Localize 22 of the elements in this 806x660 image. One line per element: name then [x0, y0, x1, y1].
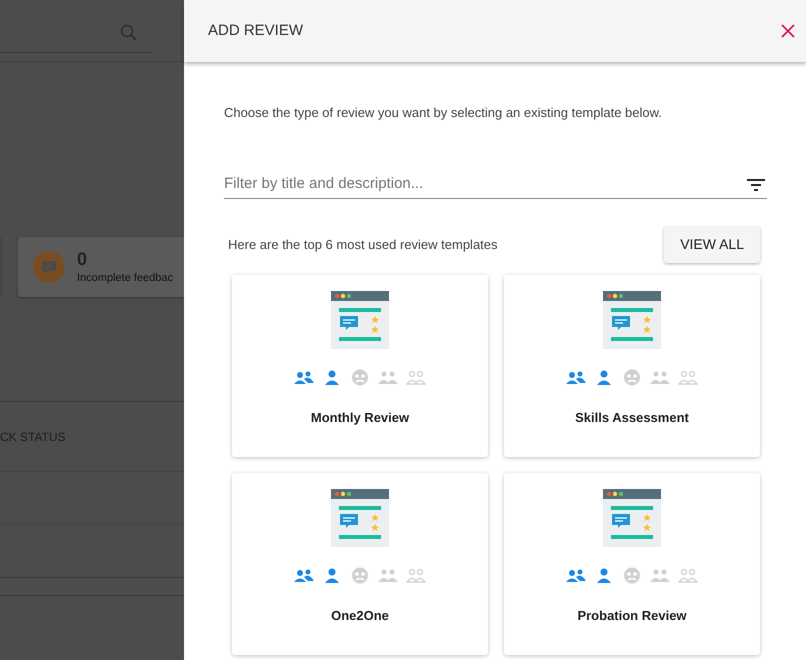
template-card[interactable]: Probation Review: [504, 472, 760, 654]
review-template-drawing: [331, 488, 389, 546]
filter-field[interactable]: Filter by title and description...: [224, 173, 747, 196]
view-all-button[interactable]: VIEW ALL: [664, 226, 760, 262]
template-card[interactable]: One2One: [232, 472, 488, 654]
template-title: Monthly Review: [310, 408, 410, 427]
filter-icon[interactable]: [747, 178, 765, 190]
intro-text: Choose the type of review you want by selecting an existing template below.: [224, 104, 663, 122]
templates-note: Here are the top 6 most used review templates: [228, 236, 498, 254]
review-template-drawing: [603, 488, 661, 546]
template-title: Probation Review: [577, 606, 687, 624]
close-icon: [780, 23, 796, 39]
template-title: Skills Assessment: [575, 408, 689, 426]
chat-icon: [33, 251, 65, 283]
review-template-drawing: [331, 290, 389, 348]
stat-value: 0: [77, 248, 88, 270]
panel-title: ADD REVIEW: [208, 20, 304, 41]
template-card[interactable]: Skills Assessment: [504, 274, 760, 456]
template-title: One2One: [331, 606, 389, 624]
stat-label: Incomplete feedbac: [77, 270, 174, 286]
review-template-drawing: [603, 290, 661, 348]
template-card[interactable]: Monthly Review: [232, 274, 488, 456]
